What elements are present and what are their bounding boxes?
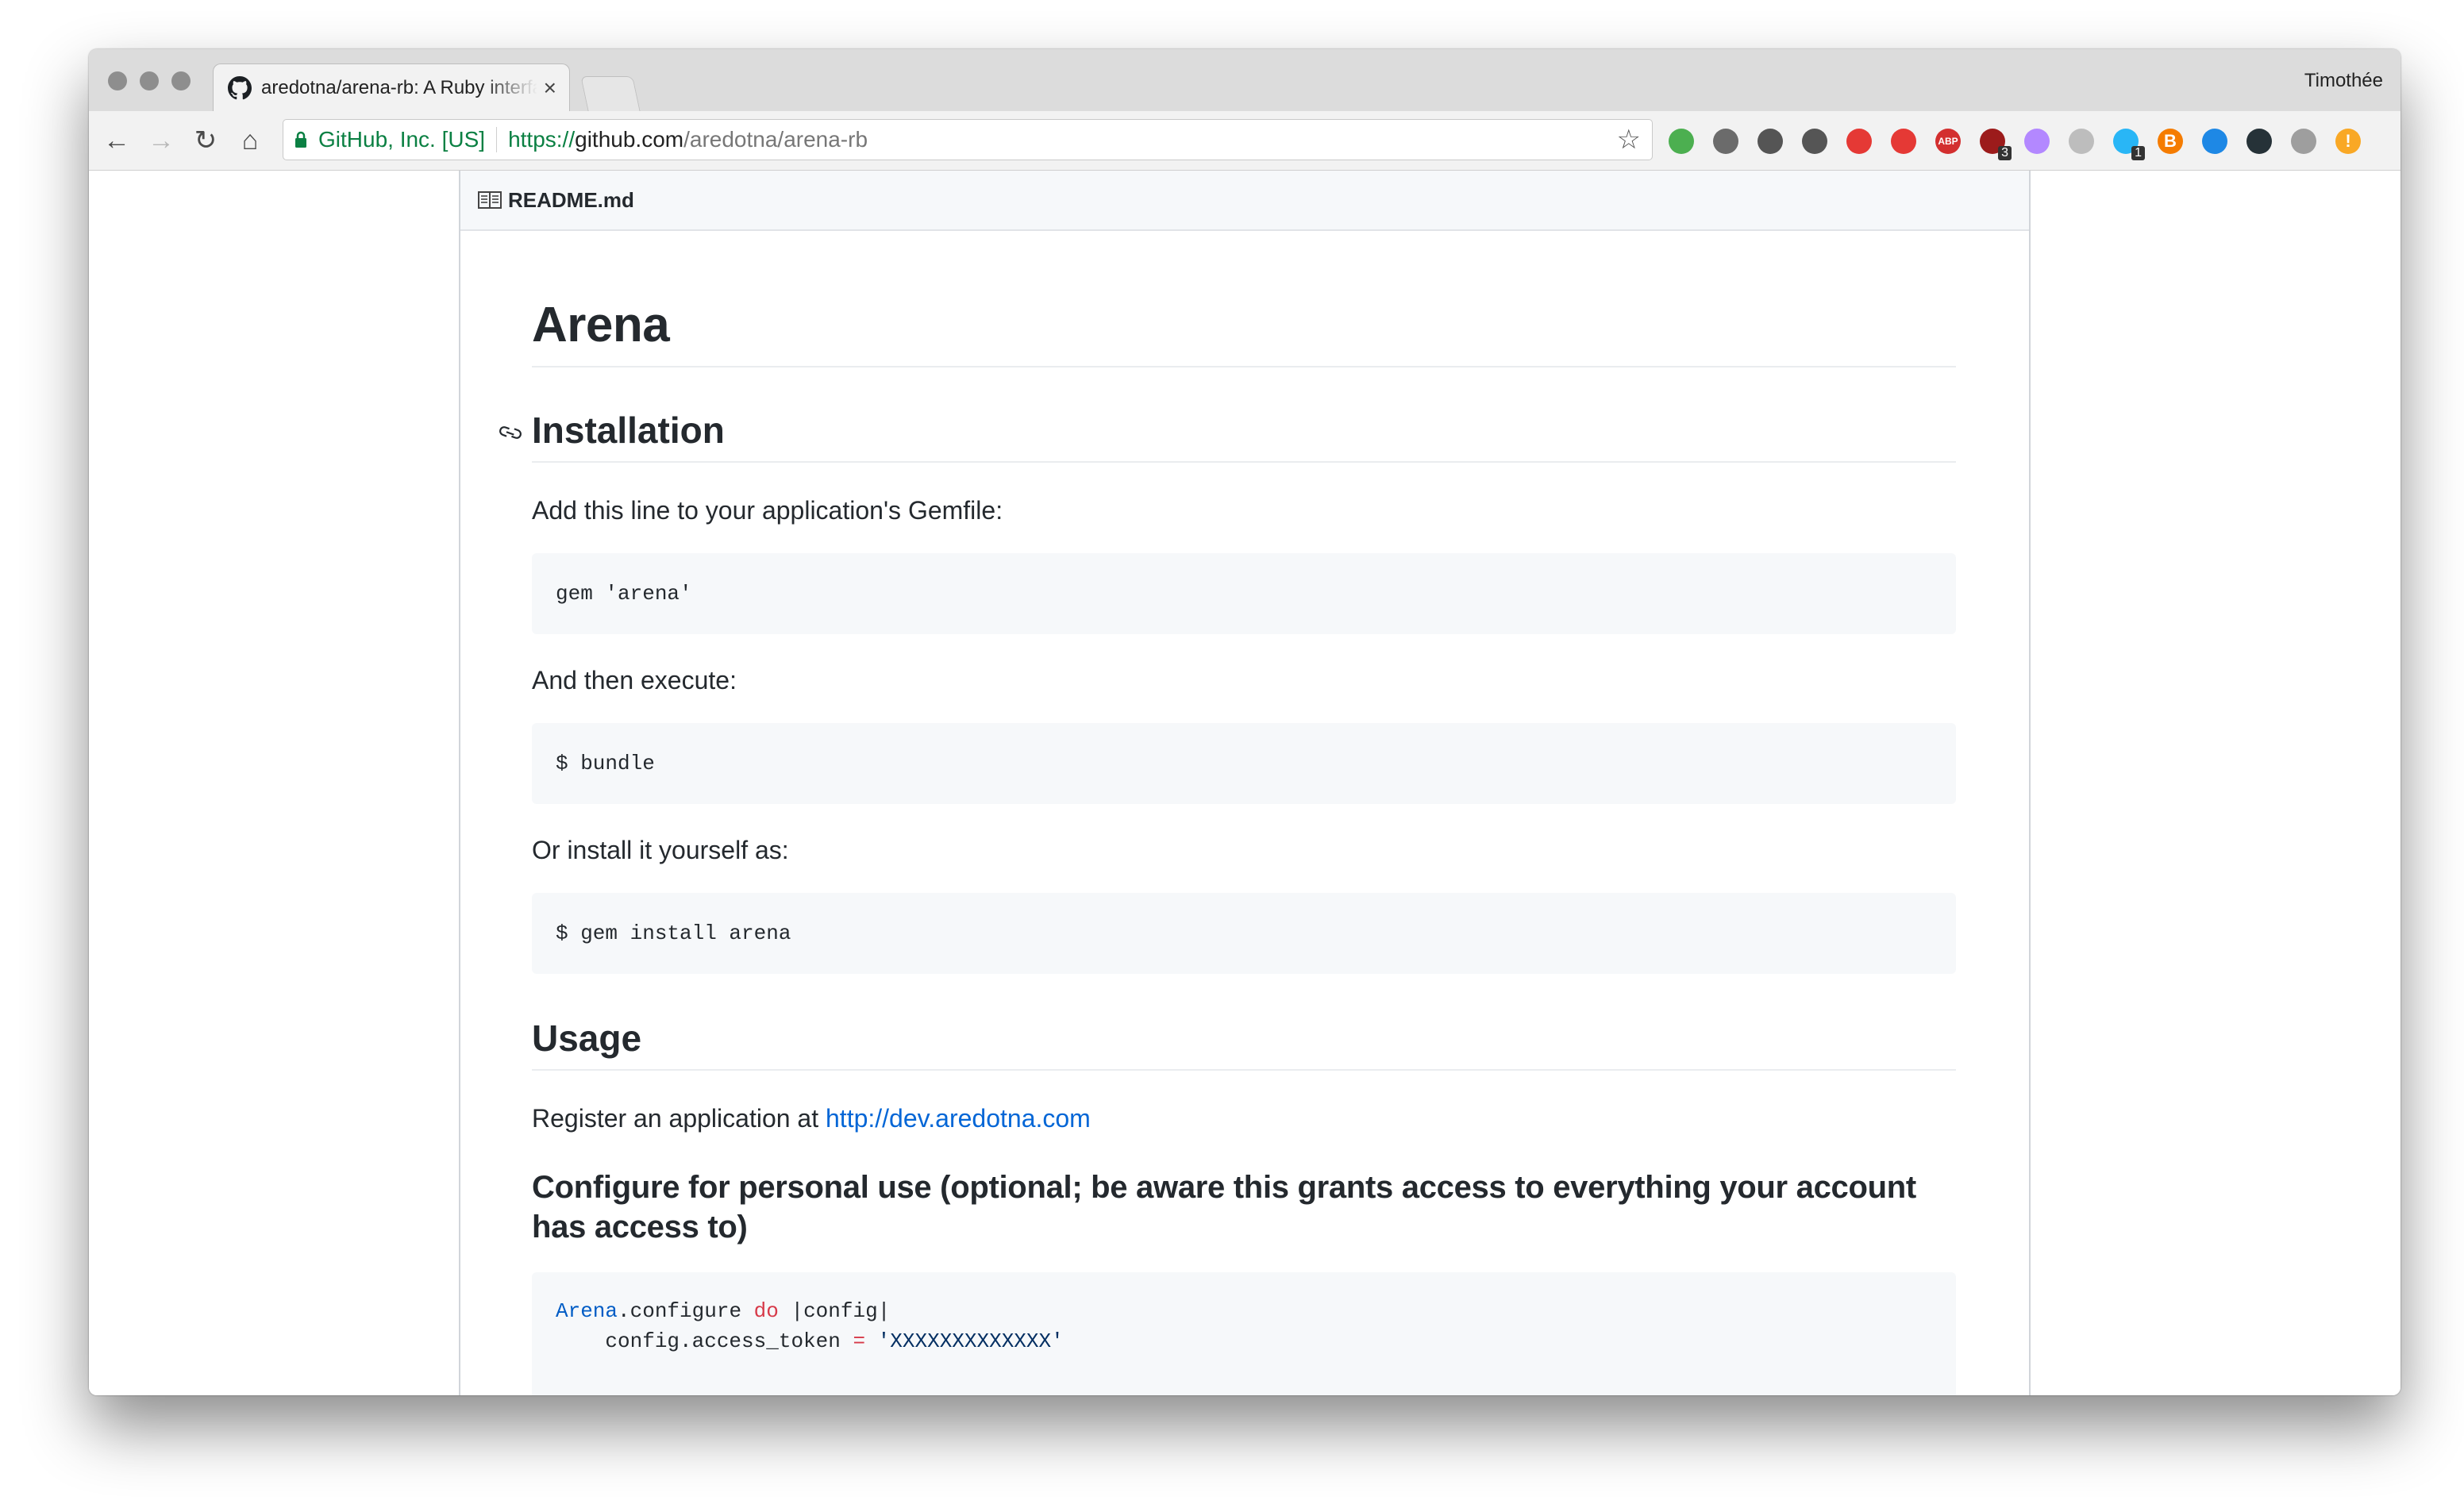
readme-header: README.md <box>460 171 2029 231</box>
install-or: Or install it yourself as: <box>532 836 789 864</box>
link-anchor-icon[interactable] <box>497 423 524 442</box>
address-divider <box>496 127 498 152</box>
code-block-param: |config| <box>778 1299 891 1323</box>
reload-button[interactable]: ↻ <box>189 124 222 157</box>
browser-toolbar: ← → ↻ ⌂ GitHub, Inc. [US] https://github… <box>89 111 2400 171</box>
home-button[interactable]: ⌂ <box>233 124 267 157</box>
readme-title: Arena <box>532 229 1956 367</box>
code-block-configure: Arena.configure do |config| config.acces… <box>532 1272 1956 1395</box>
ublock-icon[interactable]: 3 <box>1980 129 2012 160</box>
address-bar[interactable]: GitHub, Inc. [US] https://github.com/are… <box>283 119 1653 160</box>
green-search-extension-icon[interactable] <box>1669 129 1694 154</box>
code-method: .configure <box>618 1299 754 1323</box>
code-token-prefix: config.access_token <box>556 1329 853 1353</box>
dev-aredotna-link[interactable]: http://dev.aredotna.com <box>826 1104 1091 1133</box>
tab-strip: aredotna/arena-rb: A Ruby interface to t… <box>89 49 2400 112</box>
install-intro: Add this line to your application's Gemf… <box>532 496 1003 525</box>
readme-box: README.md Arena Installation Add this li… <box>459 171 2031 1395</box>
bookmark-star-icon[interactable]: ☆ <box>1617 126 1641 153</box>
profile-name[interactable]: Timothée <box>2304 70 2383 92</box>
zoom-window-button[interactable] <box>171 71 191 90</box>
url-scheme: https:// <box>508 127 576 152</box>
adblock-plus-icon[interactable]: ABP <box>1935 129 1961 154</box>
usage-heading: Usage <box>532 1020 1956 1071</box>
code-token-value: 'XXXXXXXXXXXXX' <box>865 1329 1064 1353</box>
code-const: Arena <box>556 1299 618 1323</box>
tab-arena-rb[interactable]: aredotna/arena-rb: A Ruby interface to t… <box>213 63 570 111</box>
code-assign-op: = <box>853 1329 866 1353</box>
keyhole-extension-icon[interactable] <box>1802 129 1827 154</box>
blogger-extension-icon[interactable]: B <box>2158 129 2183 154</box>
warning-extension-icon[interactable]: ! <box>2335 129 2361 154</box>
pin-extension-icon[interactable]: 1 <box>2113 129 2145 160</box>
page-viewport: README.md Arena Installation Add this li… <box>89 171 2400 1395</box>
github-icon <box>228 75 252 99</box>
dark-lens-extension-icon[interactable] <box>2246 129 2272 154</box>
new-tab-button[interactable] <box>580 76 641 112</box>
browser-window: aredotna/arena-rb: A Ruby interface to t… <box>89 49 2400 1395</box>
tab-close-icon[interactable]: × <box>544 76 556 99</box>
site-identity[interactable]: GitHub, Inc. [US] <box>318 127 485 152</box>
forward-button[interactable]: → <box>144 124 178 157</box>
install-then: And then execute: <box>532 666 737 694</box>
installation-heading: Installation <box>499 410 1956 463</box>
close-window-button[interactable] <box>108 71 127 90</box>
feather-extension-icon[interactable] <box>2024 129 2050 154</box>
code-block-gem-install: $ gem install arena <box>532 893 1956 974</box>
plus-cross-extension-icon[interactable] <box>1846 129 1872 154</box>
back-button[interactable]: ← <box>100 124 133 157</box>
code-block-bundle: $ bundle <box>532 723 1956 804</box>
code-block-gemfile: gem 'arena' <box>532 553 1956 634</box>
lock-icon <box>295 131 306 148</box>
tab-title: aredotna/arena-rb: A Ruby interface to t… <box>261 76 537 98</box>
wave-extension-icon[interactable] <box>2202 129 2227 154</box>
camera-extension-icon[interactable] <box>2291 129 2316 154</box>
1password-icon[interactable] <box>1758 129 1783 154</box>
markdown-body: Arena Installation Add this line to your… <box>499 229 1956 1395</box>
url-path: /aredotna/arena-rb <box>683 127 868 152</box>
usage-register: Register an application at http://dev.ar… <box>532 1102 1956 1134</box>
installation-heading-text: Installation <box>532 410 725 451</box>
dashed-circle-extension-icon[interactable] <box>2069 129 2094 154</box>
red-circle-extension-icon[interactable] <box>1891 129 1916 154</box>
usage-register-text: Register an application at <box>532 1104 826 1133</box>
book-icon <box>478 191 502 209</box>
extension-badge: 3 <box>1998 146 2012 160</box>
cast-icon[interactable] <box>1713 129 1738 154</box>
url-host: github.com <box>575 127 684 152</box>
personal-use-heading: Configure for personal use (optional; be… <box>532 1170 1916 1244</box>
extension-badge: 1 <box>2131 146 2145 160</box>
minimize-window-button[interactable] <box>140 71 159 90</box>
code-do: do <box>753 1299 779 1323</box>
extensions-area: ABP 3 1 B! <box>1669 125 2380 160</box>
readme-filename: README.md <box>508 187 634 212</box>
